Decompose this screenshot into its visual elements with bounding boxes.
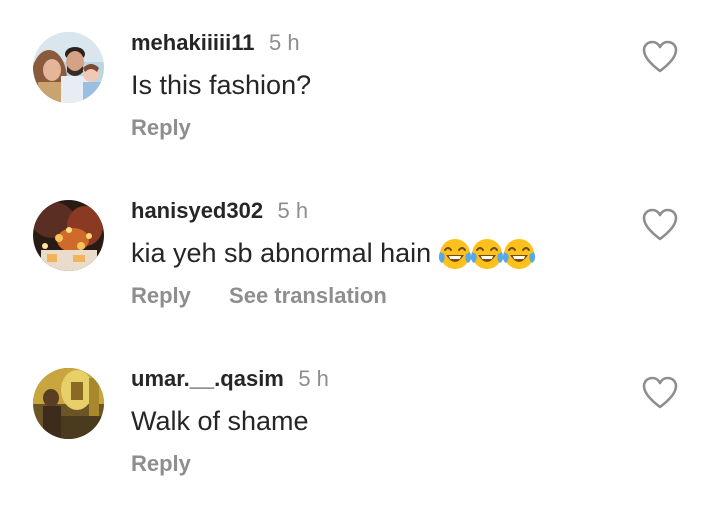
face-with-tears-of-joy-icon (501, 236, 537, 272)
comment-meta: mehakiiiii11 5 h (131, 28, 300, 58)
face-with-tears-of-joy-icon (437, 236, 473, 272)
comment-actions: Reply (131, 113, 191, 143)
timestamp: 5 h (268, 30, 300, 55)
comment-text: kia yeh sb abnormal hain (131, 234, 536, 274)
comment-text-content: kia yeh sb abnormal hain (131, 238, 432, 268)
comment-list: mehakiiiii11 5 h Is this fashion? Reply (0, 0, 720, 510)
timestamp: 5 h (277, 198, 309, 223)
heart-outline-icon[interactable] (642, 208, 678, 242)
heart-outline-icon[interactable] (642, 40, 678, 74)
comment-actions: Reply See translation (131, 281, 387, 311)
username[interactable]: umar.__.qasim (131, 366, 284, 391)
comment-text: Walk of shame (131, 406, 309, 436)
reply-button[interactable]: Reply (131, 113, 191, 143)
comment-item: umar.__.qasim 5 h Walk of shame Reply (0, 362, 720, 510)
comment-meta: hanisyed302 5 h (131, 196, 308, 226)
comment-actions: Reply (131, 449, 191, 479)
avatar[interactable] (33, 200, 104, 271)
reply-button[interactable]: Reply (131, 449, 191, 479)
reply-button[interactable]: Reply (131, 281, 191, 311)
avatar[interactable] (33, 368, 104, 439)
emoji-group (437, 236, 536, 274)
username[interactable]: hanisyed302 (131, 198, 263, 223)
see-translation-button[interactable]: See translation (229, 281, 387, 311)
username[interactable]: mehakiiiii11 (131, 30, 255, 55)
comment-item: mehakiiiii11 5 h Is this fashion? Reply (0, 26, 720, 176)
timestamp: 5 h (298, 366, 329, 391)
heart-outline-icon[interactable] (642, 376, 678, 410)
face-with-tears-of-joy-icon (469, 236, 505, 272)
comment-item: hanisyed302 5 h kia yeh sb abnormal hain… (0, 194, 720, 344)
comment-meta: umar.__.qasim 5 h (131, 364, 329, 394)
avatar[interactable] (33, 32, 104, 103)
comment-text: Is this fashion? (131, 70, 312, 100)
